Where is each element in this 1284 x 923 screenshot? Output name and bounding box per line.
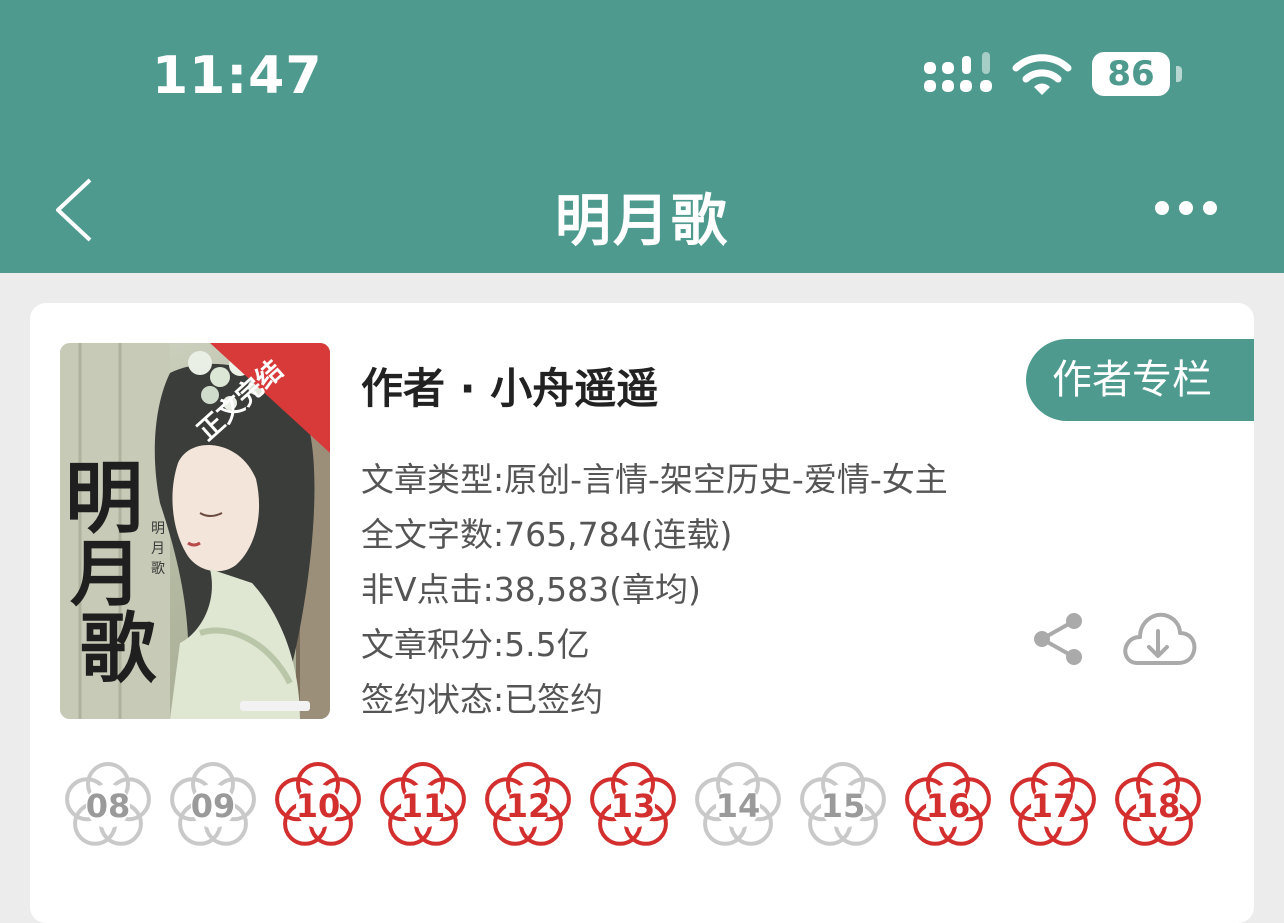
calendar-flower[interactable]: 11	[375, 758, 471, 854]
cover-title-char: 歌	[80, 604, 157, 693]
calendar-flower[interactable]: 15	[795, 758, 891, 854]
calendar-flower[interactable]: 13	[585, 758, 681, 854]
calendar-flower[interactable]: 14	[690, 758, 786, 854]
calendar-day-label: 12	[505, 787, 551, 825]
calendar-flower[interactable]: 08	[60, 758, 156, 854]
calendar-flower[interactable]: 12	[480, 758, 576, 854]
book-cover[interactable]: 正文完结 明 月 歌 明 月 歌	[60, 343, 330, 719]
info-genre: 文章类型:原创-言情-架空历史-爱情-女主	[361, 460, 948, 499]
status-time: 11:47	[152, 46, 323, 106]
author-line[interactable]: 作者 · 小舟遥遥	[361, 355, 658, 416]
more-dots-icon[interactable]	[1152, 194, 1220, 222]
calendar-day-label: 13	[610, 787, 656, 825]
calendar-flower[interactable]: 18	[1110, 758, 1206, 854]
status-bar: 11:47 86	[0, 0, 1284, 150]
book-info-card: 正文完结 明 月 歌 明 月 歌 作者 · 小舟遥遥 作者专栏 文章类型:原创-…	[30, 303, 1254, 923]
calendar-day-label: 15	[820, 787, 866, 825]
cover-subtitle-char: 歌	[151, 561, 165, 577]
author-column-button[interactable]: 作者专栏	[1026, 339, 1254, 421]
cover-title-char: 明	[65, 454, 143, 544]
calendar-day-label: 08	[85, 787, 131, 825]
calendar-flower[interactable]: 10	[270, 758, 366, 854]
calendar-day-label: 10	[295, 787, 341, 825]
info-word-count: 全文字数:765,784(连载)	[361, 515, 733, 554]
calendar-day-label: 18	[1135, 787, 1181, 825]
calendar-day-label: 14	[715, 787, 761, 825]
calendar-flower[interactable]: 16	[900, 758, 996, 854]
share-icon[interactable]	[1030, 611, 1086, 667]
nav-bar: 明月歌	[0, 150, 1284, 273]
calendar-day-label: 09	[190, 787, 236, 825]
wifi-icon	[1012, 54, 1072, 95]
battery-icon: 86	[1092, 52, 1170, 96]
info-score: 文章积分:5.5亿	[361, 625, 590, 664]
info-clicks: 非V点击:38,583(章均)	[361, 570, 701, 609]
calendar-day-label: 16	[925, 787, 971, 825]
calendar-flower[interactable]: 09	[165, 758, 261, 854]
page-title: 明月歌	[555, 189, 729, 254]
update-calendar: 08 09 10 11 12 13 14 15 16 17 18	[60, 758, 1254, 858]
calendar-flower[interactable]: 17	[1005, 758, 1101, 854]
cover-subtitle-char: 明	[151, 521, 165, 537]
cover-subtitle-char: 月	[151, 541, 165, 557]
calendar-day-label: 11	[400, 787, 446, 825]
info-sign-status: 签约状态:已签约	[361, 680, 604, 719]
calendar-day-label: 17	[1030, 787, 1076, 825]
battery-nub	[1176, 66, 1182, 82]
cellular-signal-icon	[924, 52, 992, 92]
cloud-download-icon[interactable]	[1118, 603, 1198, 673]
